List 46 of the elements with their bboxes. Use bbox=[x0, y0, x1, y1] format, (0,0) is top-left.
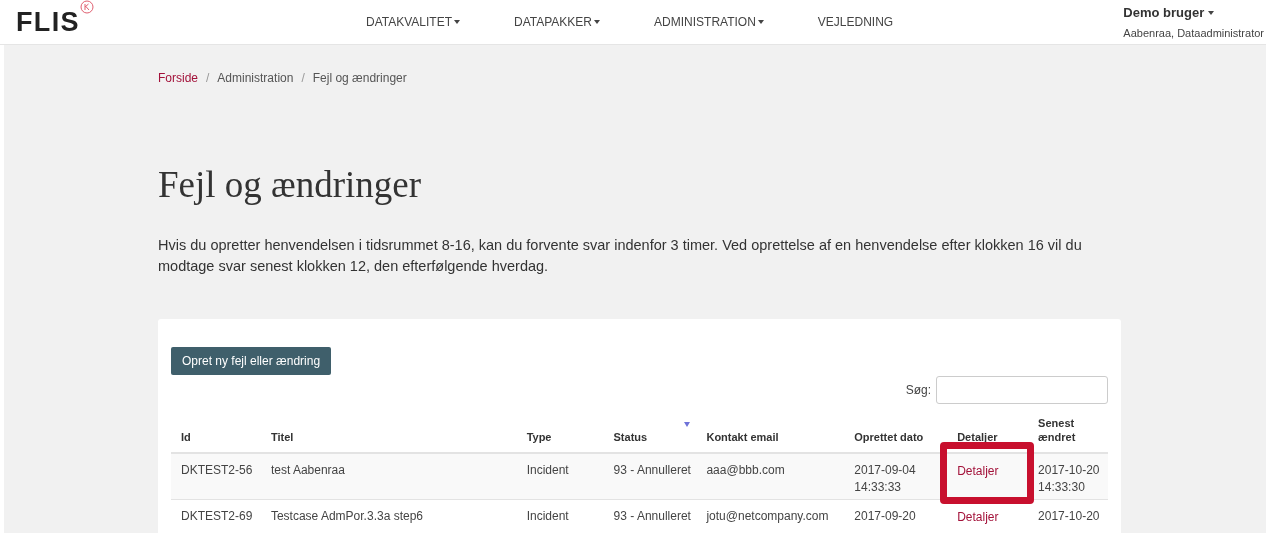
table-cell-text: DKTEST2-69 bbox=[181, 507, 254, 525]
table-cell-text: 2017-09-04 14:33:33 bbox=[854, 461, 917, 496]
column-header[interactable]: Detaljer bbox=[957, 429, 998, 444]
user-role: Aabenraa, Dataadministrator bbox=[1123, 25, 1264, 41]
column-header[interactable]: Id bbox=[181, 429, 191, 444]
breadcrumb-separator: / bbox=[206, 70, 210, 87]
column-header[interactable]: Oprettet dato bbox=[854, 429, 924, 444]
search-field[interactable] bbox=[936, 375, 1108, 404]
details-link[interactable]: Detaljer bbox=[957, 509, 999, 524]
nav-menu-item[interactable]: DATAPAKKER bbox=[514, 13, 601, 31]
column-header[interactable]: Senest ændret bbox=[1038, 415, 1108, 444]
table-cell-text: Testcase AdmPor.3.3a step6 bbox=[270, 507, 424, 525]
table-cell-text: 93 - Annulleret bbox=[613, 507, 692, 525]
details-link[interactable]: Detaljer bbox=[957, 463, 999, 478]
caret-icon bbox=[757, 20, 764, 24]
nav-menu-item[interactable]: DATAKVALITET bbox=[366, 13, 460, 31]
caret-icon bbox=[594, 20, 601, 24]
table-cell-text: aaa@bbb.com bbox=[706, 461, 786, 479]
table-cell-text: DKTEST2-56 bbox=[181, 461, 254, 479]
table-cell-text: Incident bbox=[526, 507, 570, 525]
page-title: Fejl og ændringer bbox=[158, 163, 423, 207]
logo[interactable]: FLIS bbox=[16, 1, 80, 43]
breadcrumb-item[interactable]: Administration bbox=[217, 69, 294, 87]
column-header[interactable]: Titel bbox=[270, 429, 294, 444]
table-cell-text: Incident bbox=[526, 461, 570, 479]
table-cell-text: jotu@netcompany.com bbox=[706, 507, 830, 525]
logo-mark-icon bbox=[79, 0, 94, 14]
table-cell-text: 2017-09-20 bbox=[854, 507, 917, 525]
caret-icon bbox=[1208, 10, 1215, 15]
caret-icon bbox=[454, 20, 460, 24]
table-cell-text: 2017-10-20 bbox=[1038, 507, 1101, 525]
nav-menu-item[interactable]: VEJLEDNING bbox=[817, 13, 894, 31]
column-header[interactable]: Kontakt email bbox=[706, 429, 779, 444]
breadcrumb-separator: / bbox=[301, 70, 305, 87]
column-header[interactable]: Status bbox=[613, 429, 648, 444]
breadcrumb-item[interactable]: Fejl og ændringer bbox=[312, 69, 407, 87]
table-cell-text: test Aabenraa bbox=[270, 461, 346, 479]
nav-menu-item[interactable]: ADMINISTRATION bbox=[654, 13, 764, 31]
intro-text: Hvis du opretter henvendelsen i tidsrummet 8-16, kan du forvente svar indenfor 3 timer. Ved oprettelse af en henvendelse efter klokken 16 vil du modtage svar senest klokken 12, den efterfølgende hverdag. bbox=[158, 235, 1083, 276]
search-label: Søg: bbox=[905, 381, 931, 399]
user-menu[interactable]: Demo bruger bbox=[1123, 3, 1264, 23]
table-cell-text: 93 - Annulleret bbox=[613, 461, 692, 479]
create-button[interactable]: Opret ny fejl eller ændring bbox=[171, 346, 332, 375]
table-cell-text: 2017-10-20 14:33:30 bbox=[1038, 461, 1101, 496]
breadcrumb-item[interactable]: Forside bbox=[158, 69, 198, 87]
column-header[interactable]: Type bbox=[526, 429, 552, 444]
